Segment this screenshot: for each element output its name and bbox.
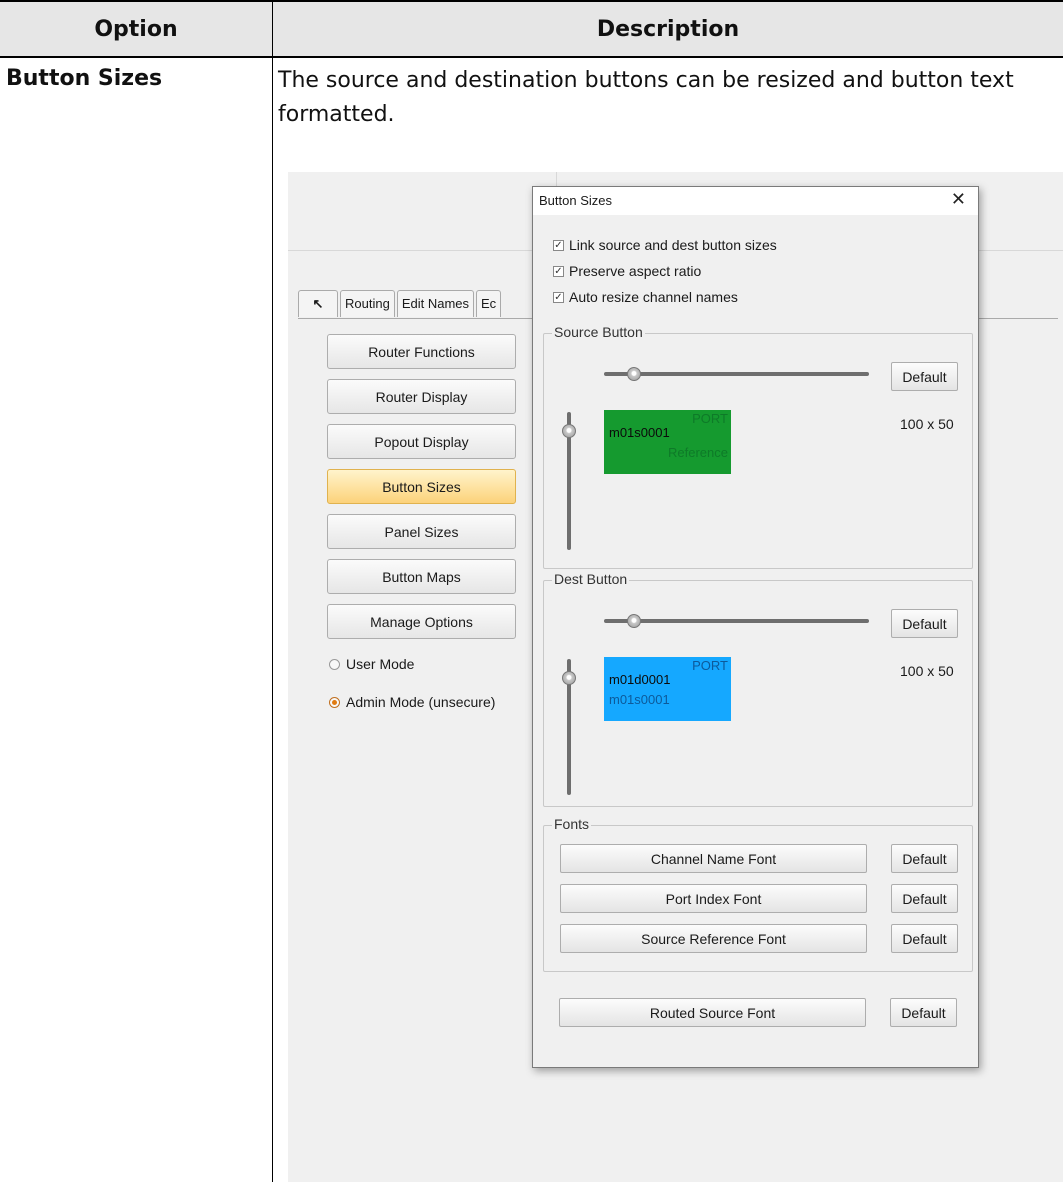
port-index-font-button[interactable]: Port Index Font bbox=[560, 884, 867, 913]
source-width-slider[interactable] bbox=[604, 372, 869, 376]
admin-mode-radio[interactable]: Admin Mode (unsecure) bbox=[329, 694, 495, 710]
column-divider bbox=[272, 58, 273, 1182]
channel-name-font-default-button[interactable]: Default bbox=[891, 844, 958, 873]
preview-channel-name: m01d0001 bbox=[609, 672, 671, 687]
link-sizes-checkbox[interactable]: ✓ Link source and dest button sizes bbox=[553, 237, 777, 253]
preview-reference: Reference bbox=[668, 445, 728, 460]
preserve-aspect-label: Preserve aspect ratio bbox=[569, 263, 702, 279]
button-sizes-button[interactable]: Button Sizes bbox=[327, 469, 516, 504]
header-option: Option bbox=[94, 17, 178, 42]
checkbox-checked-icon: ✓ bbox=[553, 291, 564, 303]
header-description: Description bbox=[596, 17, 740, 42]
fonts-group: Fonts Channel Name Font Default Port Ind… bbox=[543, 816, 973, 972]
source-reference-font-default-button[interactable]: Default bbox=[891, 924, 958, 953]
dialog-title: Button Sizes bbox=[539, 193, 612, 208]
fonts-group-label: Fonts bbox=[552, 816, 592, 832]
tab-bar: ↖ Routing Edit Names Ec bbox=[298, 290, 503, 318]
checkbox-checked-icon: ✓ bbox=[553, 239, 564, 251]
panel-sizes-button[interactable]: Panel Sizes bbox=[327, 514, 516, 549]
dialog-titlebar: Button Sizes ✕ bbox=[533, 187, 978, 215]
link-sizes-label: Link source and dest button sizes bbox=[569, 237, 777, 253]
routed-source-font-button[interactable]: Routed Source Font bbox=[559, 998, 866, 1027]
source-width-slider-handle[interactable] bbox=[627, 367, 641, 381]
port-index-font-default-button[interactable]: Default bbox=[891, 884, 958, 913]
dest-button-preview: PORT m01d0001 m01s0001 bbox=[604, 657, 731, 721]
button-maps-button[interactable]: Button Maps bbox=[327, 559, 516, 594]
header-divider bbox=[272, 0, 273, 58]
user-mode-label: User Mode bbox=[346, 656, 415, 672]
preserve-aspect-checkbox[interactable]: ✓ Preserve aspect ratio bbox=[553, 263, 701, 279]
source-button-preview: PORT m01s0001 Reference bbox=[604, 410, 731, 474]
dest-size-label: 100 x 50 bbox=[900, 663, 954, 679]
source-height-slider-handle[interactable] bbox=[562, 424, 576, 438]
dest-width-slider[interactable] bbox=[604, 619, 869, 623]
manage-options-button[interactable]: Manage Options bbox=[327, 604, 516, 639]
preview-port-label: PORT bbox=[692, 658, 728, 673]
radio-icon bbox=[329, 658, 340, 670]
channel-name-font-button[interactable]: Channel Name Font bbox=[560, 844, 867, 873]
dest-width-slider-handle[interactable] bbox=[627, 614, 641, 628]
table-header: Option Description bbox=[0, 0, 1063, 58]
popout-display-button[interactable]: Popout Display bbox=[327, 424, 516, 459]
dest-group-label: Dest Button bbox=[552, 571, 630, 587]
dest-height-slider-handle[interactable] bbox=[562, 671, 576, 685]
option-name: Button Sizes bbox=[6, 66, 163, 91]
routed-source-font-default-button[interactable]: Default bbox=[890, 998, 957, 1027]
router-display-button[interactable]: Router Display bbox=[327, 379, 516, 414]
option-description: The source and destination buttons can b… bbox=[278, 68, 1014, 127]
button-sizes-dialog: Button Sizes ✕ ✓ Link source and dest bu… bbox=[532, 186, 979, 1068]
tab-arrow[interactable]: ↖ bbox=[298, 290, 338, 317]
dest-default-button[interactable]: Default bbox=[891, 609, 958, 638]
dest-button-group: Dest Button Default PORT m01d0001 m01s00… bbox=[543, 571, 973, 807]
auto-resize-checkbox[interactable]: ✓ Auto resize channel names bbox=[553, 289, 738, 305]
preview-routed-source: m01s0001 bbox=[609, 692, 670, 707]
source-default-button[interactable]: Default bbox=[891, 362, 958, 391]
auto-resize-label: Auto resize channel names bbox=[569, 289, 738, 305]
tab-ec[interactable]: Ec bbox=[476, 290, 502, 317]
checkbox-checked-icon: ✓ bbox=[553, 265, 564, 277]
preview-port-label: PORT bbox=[692, 411, 728, 426]
source-button-group: Source Button Default PORT m01s0001 Refe… bbox=[543, 324, 973, 569]
admin-mode-label: Admin Mode (unsecure) bbox=[346, 694, 496, 710]
preview-channel-name: m01s0001 bbox=[609, 425, 670, 440]
source-reference-font-button[interactable]: Source Reference Font bbox=[560, 924, 867, 953]
arrow-icon: ↖ bbox=[312, 296, 324, 311]
radio-selected-icon bbox=[329, 696, 340, 708]
source-size-label: 100 x 50 bbox=[900, 416, 954, 432]
close-icon[interactable]: ✕ bbox=[951, 189, 966, 210]
source-group-label: Source Button bbox=[552, 324, 645, 340]
tab-routing[interactable]: Routing bbox=[340, 290, 395, 317]
user-mode-radio[interactable]: User Mode bbox=[329, 656, 414, 672]
tab-edit-names[interactable]: Edit Names bbox=[396, 290, 475, 317]
router-functions-button[interactable]: Router Functions bbox=[327, 334, 516, 369]
